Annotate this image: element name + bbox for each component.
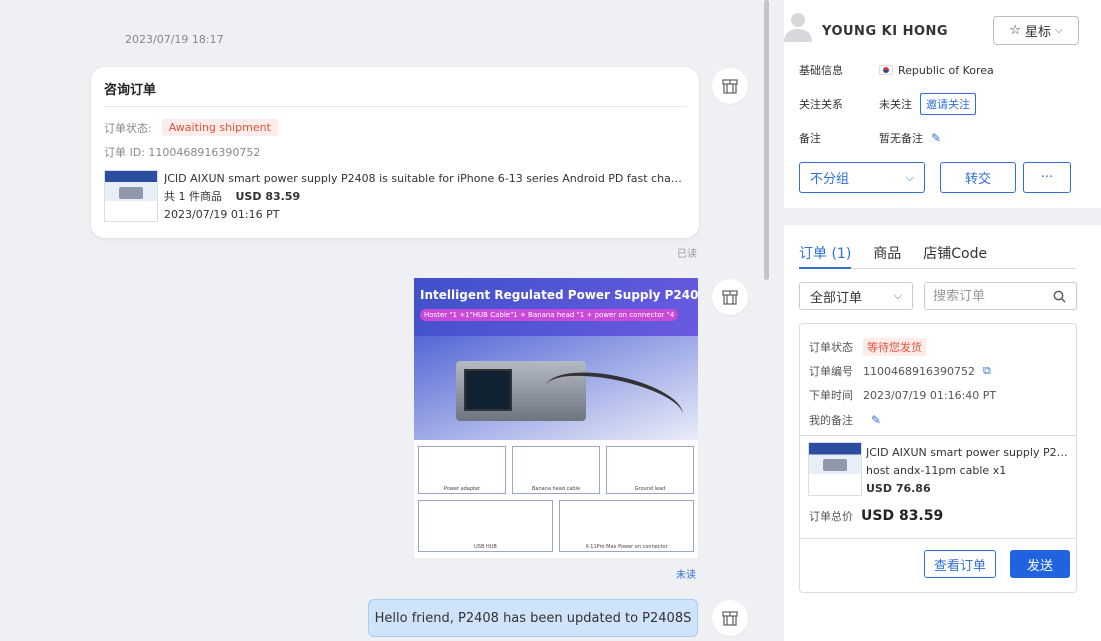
shop-avatar	[712, 600, 748, 636]
relation-label: 关注关系	[799, 98, 843, 111]
order-product-price: USD 76.86	[866, 482, 931, 495]
send-button[interactable]: 发送	[1010, 550, 1070, 578]
accessory-banana-cable: Banana head cable	[512, 446, 600, 494]
order-filter-value: 全部订单	[810, 290, 863, 306]
order-card-qty: 共 1 件商品	[164, 190, 222, 203]
order-card-title: 咨询订单	[104, 79, 686, 107]
basic-info-label: 基础信息	[799, 64, 843, 77]
star-label: 星标	[1025, 25, 1052, 40]
chevron-down-icon: ⌵	[1055, 25, 1063, 36]
note-label: 备注	[799, 132, 821, 145]
tab-orders[interactable]: 订单 (1)	[799, 243, 852, 269]
customer-name: YOUNG KI HONG	[822, 24, 949, 39]
power-supply-illustration	[414, 336, 698, 441]
star-button[interactable]: ☆ 星标 ⌵	[993, 16, 1079, 45]
order-product-variant: host andx-11pm cable x1	[866, 464, 1007, 477]
invite-follow-button[interactable]: 邀请关注	[920, 93, 976, 115]
relation-value: 未关注	[879, 98, 912, 111]
tab-products[interactable]: 商品	[873, 243, 901, 269]
copy-icon[interactable]: ⧉	[983, 364, 991, 378]
star-icon: ☆	[1009, 23, 1022, 38]
user-avatar-icon	[784, 13, 812, 42]
message-bubble[interactable]: Hello friend, P2408 has been updated to …	[368, 599, 698, 637]
divider	[800, 538, 1076, 539]
order-status-label: 订单状态	[809, 341, 853, 354]
product-image-subtitle: Hoster "1 +1"HUB Cable"1 + Banana head "…	[420, 309, 679, 321]
view-order-button[interactable]: 查看订单	[924, 550, 996, 578]
order-filter-select[interactable]: 全部订单 ⌵	[799, 282, 913, 310]
accessory-power-adapter: Power adapter	[418, 446, 506, 494]
customer-country: Republic of Korea	[898, 63, 994, 77]
group-select-value: 不分组	[810, 172, 850, 187]
order-card-status-label: 订单状态:	[104, 121, 152, 135]
order-product-thumbnail	[808, 442, 862, 496]
edit-note-icon[interactable]: ✎	[871, 413, 881, 427]
product-image-message[interactable]: Intelligent Regulated Power Supply P2408…	[414, 278, 698, 558]
order-card-time: 2023/07/19 01:16 PT	[164, 208, 280, 221]
order-note-label: 我的备注	[809, 414, 853, 427]
order-detail-card: 订单状态 等待您发货 订单编号 1100468916390752 ⧉ 下单时间 …	[799, 323, 1077, 593]
order-product-name: JCID AIXUN smart power supply P24...	[866, 446, 1071, 459]
order-time-label: 下单时间	[809, 389, 853, 402]
search-icon[interactable]	[1053, 290, 1066, 303]
customer-info-panel: YOUNG KI HONG ☆ 星标 ⌵ 基础信息 Republic of Ko…	[784, 0, 1101, 208]
chevron-down-icon: ⌵	[905, 170, 914, 184]
tab-store-code[interactable]: 店铺Code	[923, 243, 987, 269]
product-thumbnail	[104, 170, 158, 222]
more-options-button[interactable]: ···	[1023, 162, 1071, 193]
order-search-input[interactable]	[933, 288, 1053, 304]
shop-avatar	[712, 68, 748, 104]
order-card-status-row: 订单状态: Awaiting shipment	[104, 119, 686, 136]
accessory-ground-lead: Ground lead	[606, 446, 694, 494]
order-card-product[interactable]: JCID AIXUN smart power supply P2408 is s…	[104, 170, 686, 224]
unread-status: 未读	[676, 570, 696, 581]
shop-icon	[722, 79, 738, 94]
order-number-row: 订单编号 1100468916390752 ⧉	[809, 363, 991, 379]
orders-tabs: 订单 (1) 商品 店铺Code	[799, 243, 1077, 269]
edit-note-icon[interactable]: ✎	[931, 131, 941, 145]
note-value: 暂无备注	[879, 132, 923, 145]
korea-flag-icon	[879, 65, 893, 75]
accessory-usb-hub: USB HUB	[418, 500, 553, 552]
order-number-label: 订单编号	[809, 365, 853, 378]
order-note-row: 我的备注 ✎	[809, 412, 881, 428]
order-inquiry-card[interactable]: 咨询订单 订单状态: Awaiting shipment 订单 ID: 1100…	[91, 67, 699, 238]
order-product-info: JCID AIXUN smart power supply P24... hos…	[866, 444, 1071, 498]
product-image-title: Intelligent Regulated Power Supply P2408	[420, 288, 698, 302]
shop-icon	[722, 290, 738, 305]
order-search-box[interactable]	[924, 282, 1077, 310]
shop-avatar	[712, 279, 748, 315]
basic-info-row: 基础信息 Republic of Korea	[799, 62, 994, 78]
group-select[interactable]: 不分组 ⌵	[799, 162, 925, 193]
chat-scrollbar[interactable]	[764, 0, 769, 280]
chevron-down-icon: ⌵	[893, 289, 902, 302]
shop-icon	[722, 611, 738, 626]
divider	[800, 435, 1076, 436]
order-total-row: 订单总价 USD 83.59	[809, 508, 943, 524]
note-row: 备注 暂无备注 ✎	[799, 130, 941, 146]
order-total-label: 订单总价	[809, 510, 853, 523]
relation-row: 关注关系 未关注 邀请关注	[799, 93, 976, 115]
transfer-button[interactable]: 转交	[940, 162, 1016, 193]
orders-panel: 订单 (1) 商品 店铺Code 全部订单 ⌵ 订单状态 等待您发货 订单编号 …	[784, 225, 1101, 641]
chat-area: 2023/07/19 18:17 咨询订单 订单状态: Awaiting shi…	[0, 0, 770, 641]
order-total-value: USD 83.59	[861, 508, 944, 524]
order-card-status-badge: Awaiting shipment	[161, 119, 278, 136]
order-card-product-name: JCID AIXUN smart power supply P2408 is s…	[164, 172, 684, 185]
message-text: Hello friend, P2408 has been updated to …	[374, 610, 692, 626]
order-time-row: 下单时间 2023/07/19 01:16:40 PT	[809, 387, 996, 403]
chat-timestamp: 2023/07/19 18:17	[125, 33, 224, 46]
order-status-badge: 等待您发货	[863, 338, 926, 356]
accessory-power-connector: X-11Pro Max Power on connector	[559, 500, 694, 552]
order-card-price: USD 83.59	[235, 190, 301, 203]
order-status-row: 订单状态 等待您发货	[809, 338, 926, 356]
order-number-value: 1100468916390752	[863, 364, 975, 378]
order-time-value: 2023/07/19 01:16:40 PT	[863, 388, 997, 402]
order-card-id: 订单 ID: 1100468916390752	[104, 146, 261, 159]
read-status: 已读	[677, 249, 697, 260]
